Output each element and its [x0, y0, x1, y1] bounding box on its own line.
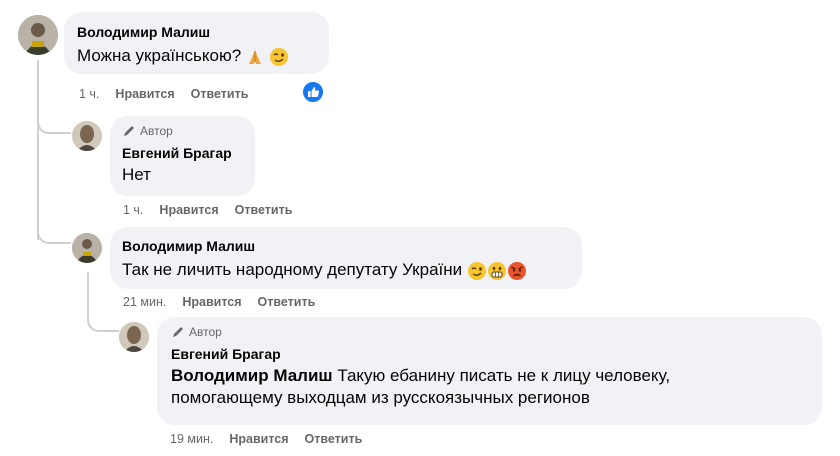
reply-button[interactable]: Ответить	[191, 86, 249, 102]
comment-text-line: помогающему выходцам из русскоязычных ре…	[171, 388, 590, 407]
like-button[interactable]: Нравится	[182, 294, 241, 310]
comment-actions: 19 мин. Нравится Ответить	[170, 431, 362, 447]
reply-button[interactable]: Ответить	[235, 202, 293, 218]
avatar-photo-icon	[72, 233, 102, 263]
wink-emoji	[467, 261, 486, 280]
comment-time[interactable]: 21 мин.	[123, 294, 166, 310]
thread-connector-3	[87, 308, 119, 332]
author-badge: Автор	[122, 124, 243, 138]
comment-text-content: Так не личить народному депутату України	[122, 260, 463, 279]
comment-author[interactable]: Евгений Брагар	[171, 345, 808, 363]
comment-actions: 1 ч. Нравится Ответить	[123, 202, 292, 218]
comment-text: Володимир Малиш Такую ебанину писать не …	[171, 365, 808, 387]
pencil-icon	[124, 126, 134, 136]
like-button[interactable]: Нравится	[159, 202, 218, 218]
thread-connector-2	[37, 220, 71, 244]
comment-text: Нет	[122, 165, 151, 184]
thread-line-nested	[87, 272, 89, 312]
comment-bubble: Володимир Малиш Можна українською?	[64, 12, 329, 74]
comment-bubble: Автор Евгений Брагар Володимир Малиш Так…	[157, 317, 822, 425]
comment-time[interactable]: 1 ч.	[123, 202, 143, 218]
comment-time[interactable]: 1 ч.	[79, 86, 99, 102]
thread-line-main	[37, 60, 39, 240]
pencil-icon	[173, 327, 183, 337]
author-badge-label: Автор	[189, 325, 222, 339]
comment-author[interactable]: Володимир Малиш	[122, 237, 570, 255]
avatar[interactable]	[18, 15, 58, 55]
like-button[interactable]: Нравится	[229, 431, 288, 447]
avatar-photo-icon	[18, 15, 58, 55]
comment-time[interactable]: 19 мин.	[170, 431, 213, 447]
folded-hands-emoji	[248, 49, 261, 64]
mention-link[interactable]: Володимир Малиш	[171, 366, 333, 385]
wink-emoji	[269, 47, 288, 66]
avatar-photo-icon	[72, 121, 102, 151]
comment-bubble: Автор Евгений Брагар Нет	[110, 116, 255, 196]
avatar[interactable]	[72, 233, 102, 263]
grimace-emoji	[487, 261, 506, 280]
comment-text-line: Такую ебанину писать не к лицу человеку,	[337, 366, 671, 385]
like-button[interactable]: Нравится	[115, 86, 174, 102]
comment-text: Можна українською?	[77, 45, 316, 67]
reply-button[interactable]: Ответить	[258, 294, 316, 310]
comment-author[interactable]: Володимир Малиш	[77, 23, 316, 41]
comment-text: Так не личить народному депутату України	[122, 259, 570, 281]
comment-bubble: Володимир Малиш Так не личить народному …	[110, 227, 582, 289]
like-reaction-icon[interactable]	[301, 80, 325, 104]
comment-author[interactable]: Евгений Брагар	[122, 144, 243, 162]
comment-text-content: Можна українською?	[77, 46, 242, 65]
author-badge-label: Автор	[140, 124, 173, 138]
avatar[interactable]	[119, 322, 149, 352]
thread-connector-1	[37, 110, 71, 134]
comment-actions: 1 ч. Нравится Ответить	[79, 86, 248, 102]
thumbs-up-icon	[301, 80, 325, 104]
author-badge: Автор	[171, 325, 808, 339]
reply-button[interactable]: Ответить	[305, 431, 363, 447]
comment-actions: 21 мин. Нравится Ответить	[123, 294, 315, 310]
avatar[interactable]	[72, 121, 102, 151]
angry-emoji	[507, 261, 526, 280]
avatar-photo-icon	[119, 322, 149, 352]
